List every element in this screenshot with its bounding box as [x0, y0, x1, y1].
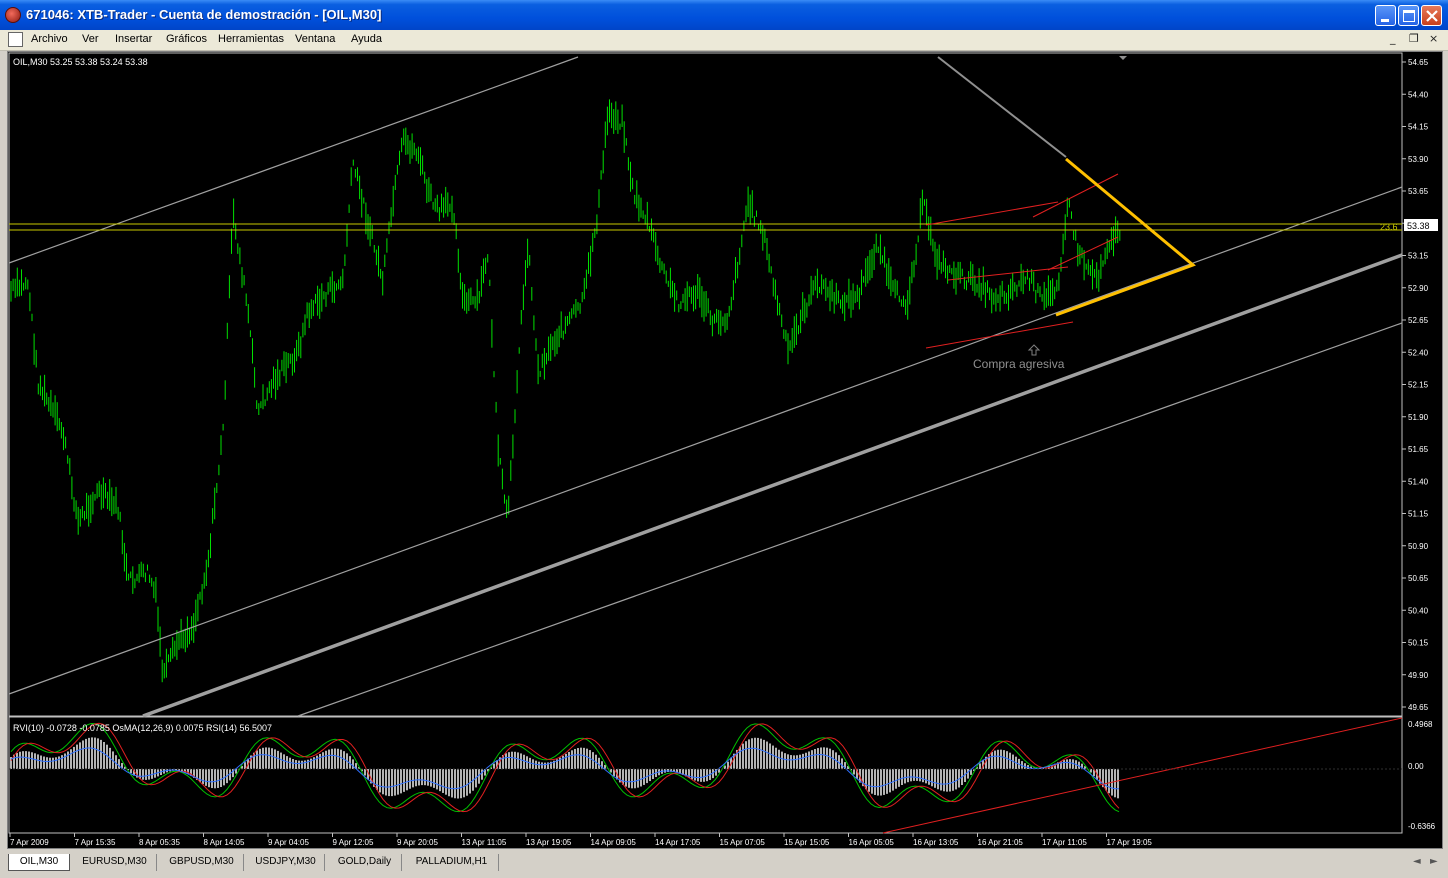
channel-lower-line — [297, 322, 1403, 717]
price-tick-label: 54.15 — [1408, 123, 1429, 132]
time-tick-label: 8 Apr 05:35 — [139, 838, 180, 847]
tab-gold-daily[interactable]: GOLD,Daily — [328, 854, 402, 871]
price-tick-label: 52.65 — [1408, 316, 1429, 325]
tab-usdjpy-m30[interactable]: USDJPY,M30 — [247, 854, 325, 871]
time-tick-label: 15 Apr 15:05 — [784, 838, 830, 847]
price-tick-label: 50.90 — [1408, 542, 1429, 551]
red-trendline — [925, 201, 1059, 226]
indicator-series — [10, 722, 1120, 813]
window-title: 671046: XTB-Trader - Cuenta de demostrac… — [26, 7, 382, 22]
menu-ver[interactable]: Ver — [82, 33, 99, 45]
tab-gbpusd-m30[interactable]: GBPUSD,M30 — [160, 854, 244, 871]
channel-main-trendline — [142, 253, 1403, 718]
time-tick-label: 7 Apr 2009 — [10, 838, 49, 847]
chart-tabs-bar: OIL,M30 EURUSD,M30 GBPUSD,M30 USDJPY,M30… — [0, 851, 1448, 878]
minimize-icon — [1381, 19, 1389, 22]
price-tick-label: 50.65 — [1408, 574, 1429, 583]
menu-insertar[interactable]: Insertar — [115, 33, 152, 45]
time-tick-label: 17 Apr 11:05 — [1042, 838, 1087, 847]
menu-ayuda[interactable]: Ayuda — [351, 33, 382, 45]
close-icon — [1426, 10, 1438, 22]
chart-window[interactable]: Compra agresiva OIL,M30 53.25 53.38 53.2… — [7, 51, 1443, 849]
indicator-tick-label: 0.4968 — [1408, 720, 1433, 729]
tab-eurusd-m30[interactable]: EURUSD,M30 — [73, 854, 157, 871]
maximize-icon — [1403, 10, 1415, 22]
time-tick-label: 17 Apr 19:05 — [1107, 838, 1153, 847]
price-tick-label: 54.65 — [1408, 58, 1429, 67]
price-tick-label: 49.65 — [1408, 703, 1429, 712]
time-tick-label: 16 Apr 05:05 — [849, 838, 895, 847]
price-tick-label: 49.90 — [1408, 671, 1429, 680]
price-axis: 54.6554.4054.1553.9053.6553.4053.1552.90… — [1402, 58, 1429, 712]
price-tick-label: 53.90 — [1408, 155, 1429, 164]
menu-archivo[interactable]: Archivo — [31, 33, 68, 45]
mdi-close-button[interactable]: × — [1429, 32, 1438, 45]
mdi-restore-button[interactable]: ❐ — [1409, 32, 1419, 45]
up-arrow-icon — [1027, 344, 1041, 356]
channel-middle-line — [8, 186, 1403, 695]
menu-herramientas[interactable]: Herramientas — [218, 33, 284, 45]
tab-palladium-h1[interactable]: PALLADIUM,H1 — [405, 854, 499, 871]
downtrend-line — [937, 56, 1067, 158]
price-tick-label: 53.65 — [1408, 187, 1429, 196]
time-tick-label: 9 Apr 04:05 — [268, 838, 309, 847]
time-tick-label: 14 Apr 09:05 — [591, 838, 637, 847]
candle-series — [10, 99, 1121, 683]
chart-canvas[interactable]: Compra agresiva OIL,M30 53.25 53.38 53.2… — [8, 52, 1442, 848]
time-tick-label: 16 Apr 13:05 — [913, 838, 959, 847]
price-tick-label: 50.40 — [1408, 606, 1429, 615]
menu-bar: Archivo Ver Insertar Gráficos Herramient… — [0, 30, 1448, 51]
fib-label: 23.6 — [1380, 222, 1398, 232]
time-tick-label: 13 Apr 19:05 — [526, 838, 572, 847]
price-tick-label: 53.15 — [1408, 252, 1429, 261]
chart-window-icon[interactable] — [8, 32, 23, 47]
tab-scroll-right-button[interactable]: ► — [1430, 856, 1438, 867]
indicator-trendline — [882, 717, 1403, 834]
time-tick-label: 15 Apr 07:05 — [720, 838, 766, 847]
current-price: 53.38 — [1407, 221, 1430, 231]
maximize-button[interactable] — [1398, 5, 1419, 26]
price-tick-label: 51.15 — [1408, 510, 1429, 519]
indicator-label: RVI(10) -0.0728 -0.0785 OsMA(12,26,9) 0.… — [13, 723, 272, 733]
minimize-button[interactable] — [1375, 5, 1396, 26]
price-tick-label: 52.15 — [1408, 381, 1429, 390]
time-tick-label: 16 Apr 21:05 — [978, 838, 1024, 847]
main-plot-frame — [8, 52, 1403, 717]
red-trendline — [1032, 173, 1119, 218]
arrow-marker-icon — [1119, 56, 1127, 60]
time-tick-label: 9 Apr 12:05 — [333, 838, 374, 847]
price-tick-label: 51.90 — [1408, 413, 1429, 422]
tab-oil-m30[interactable]: OIL,M30 — [8, 854, 70, 871]
time-axis: 7 Apr 2009 7 Apr 15:35 8 Apr 05:35 8 Apr 14… — [9, 833, 1153, 847]
time-tick-label: 8 Apr 14:05 — [204, 838, 245, 847]
price-tick-label: 50.15 — [1408, 639, 1429, 648]
menu-graficos[interactable]: Gráficos — [166, 33, 207, 45]
price-tick-label: 51.65 — [1408, 445, 1429, 454]
price-tick-label: 52.40 — [1408, 348, 1429, 357]
time-tick-label: 7 Apr 15:35 — [75, 838, 116, 847]
red-trendline — [925, 321, 1074, 349]
app-icon — [5, 7, 21, 23]
time-tick-label: 13 Apr 11:05 — [462, 838, 507, 847]
price-tick-label: 54.40 — [1408, 90, 1429, 99]
title-bar: 671046: XTB-Trader - Cuenta de demostrac… — [0, 0, 1448, 30]
menu-ventana[interactable]: Ventana — [295, 33, 335, 45]
annotation-label: Compra agresiva — [973, 357, 1065, 371]
tab-scroll-left-button[interactable]: ◄ — [1413, 856, 1421, 867]
price-tick-label: 52.90 — [1408, 284, 1429, 293]
symbol-info: OIL,M30 53.25 53.38 53.24 53.38 — [13, 57, 148, 67]
close-button[interactable] — [1421, 5, 1442, 26]
mdi-minimize-button[interactable]: _ — [1390, 32, 1396, 45]
time-tick-label: 14 Apr 17:05 — [655, 838, 701, 847]
price-tick-label: 51.40 — [1408, 477, 1429, 486]
channel-upper-line — [8, 56, 579, 264]
indicator-tick-label: -0.6366 — [1408, 822, 1436, 831]
indicator-tick-label: 0.00 — [1408, 762, 1424, 771]
triangle-pattern — [1055, 157, 1196, 317]
time-tick-label: 9 Apr 20:05 — [397, 838, 438, 847]
